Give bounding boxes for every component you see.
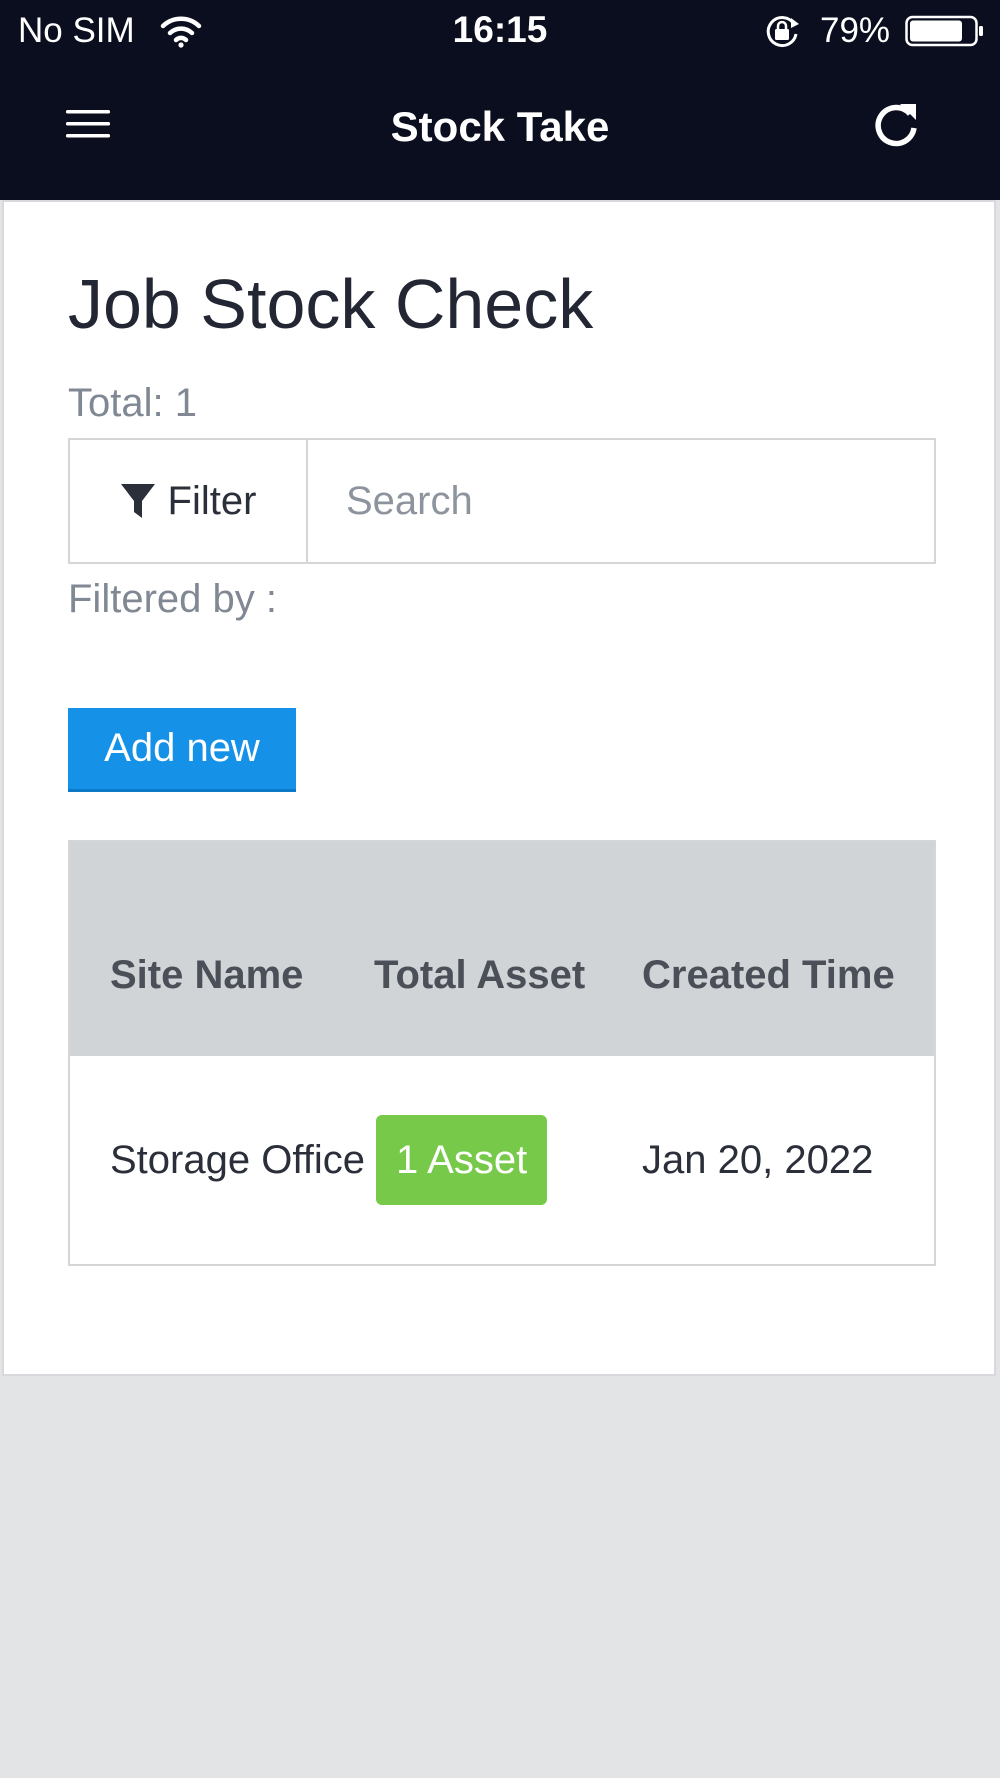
page-title: Job Stock Check <box>68 265 594 343</box>
total-count: Total: 1 <box>68 381 197 425</box>
filter-search-bar: Filter <box>68 438 936 564</box>
cell-created-time: Jan 20, 2022 <box>642 1138 874 1182</box>
table-header: Site Name Total Asset Created Time <box>70 842 934 1056</box>
cell-total-asset: 1 Asset <box>374 1056 642 1264</box>
search-input[interactable] <box>308 440 934 562</box>
column-header-site-name[interactable]: Site Name <box>70 842 374 1056</box>
battery-percentage: 79% <box>820 11 891 50</box>
add-new-button[interactable]: Add new <box>68 708 296 792</box>
filtered-by-label: Filtered by : <box>68 577 277 621</box>
stock-check-table: Site Name Total Asset Created Time Stora… <box>68 840 936 1266</box>
content-card: Job Stock Check Total: 1 Filter Filtered… <box>2 200 996 1376</box>
status-bar: No SIM 16:15 79% <box>0 0 1000 62</box>
filter-button[interactable]: Filter <box>70 440 308 562</box>
navigation-bar: Stock Take <box>0 62 1000 200</box>
asset-count-badge: 1 Asset <box>376 1115 548 1205</box>
cell-site-name: Storage Office <box>110 1138 365 1182</box>
column-header-created-time[interactable]: Created Time <box>642 842 934 1056</box>
nav-title: Stock Take <box>390 103 610 150</box>
column-header-total-asset[interactable]: Total Asset <box>374 842 642 1056</box>
filter-funnel-icon <box>120 484 155 518</box>
filter-button-label: Filter <box>167 478 257 523</box>
refresh-icon[interactable] <box>870 98 922 150</box>
table-row[interactable]: Storage Office 1 Asset Jan 20, 2022 <box>70 1056 934 1264</box>
battery-icon <box>905 15 983 47</box>
orientation-lock-icon <box>766 16 799 48</box>
